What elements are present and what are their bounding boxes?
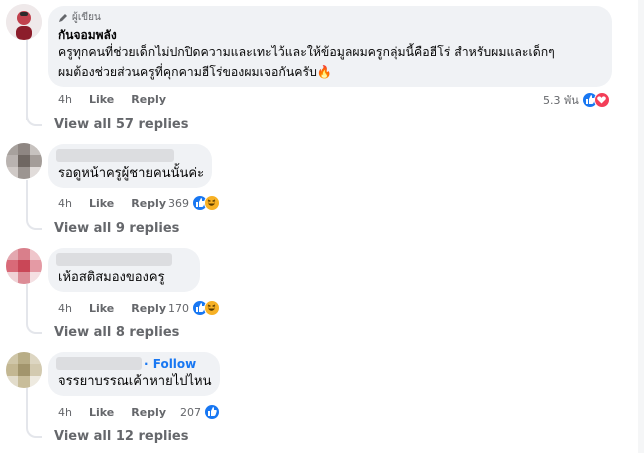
reply-button[interactable]: Reply [131,93,166,106]
comment-bubble: เห้อสติสมองของครู [48,248,200,292]
reaction-count: 207 [180,405,201,419]
reply-button[interactable]: Reply [131,302,166,315]
like-button[interactable]: Like [89,197,114,210]
scrollbar[interactable] [638,0,644,453]
comment-bubble: ผู้เขียน กันจอมพลัง ครูทุกคนที่ช่วยเด็กไ… [48,6,612,87]
avatar[interactable] [6,352,42,388]
comment-actions: 4h Like Reply [58,197,166,210]
like-button[interactable]: Like [89,406,114,419]
reaction-summary[interactable]: 5.3 พัน [543,91,610,109]
reaction-summary[interactable]: 170 [168,300,220,316]
view-replies-link[interactable]: View all 9 replies [54,221,179,236]
blurred-author-name [56,357,142,370]
comment-time[interactable]: 4h [58,197,72,210]
comment-actions: 4h Like Reply [58,302,166,315]
comment-text: เห้อสติสมองของครู [58,270,165,285]
view-replies-link[interactable]: View all 8 replies [54,325,179,340]
reply-button[interactable]: Reply [131,197,166,210]
comment-time[interactable]: 4h [58,406,72,419]
avatar[interactable] [6,248,42,284]
thread-line [26,180,28,220]
reaction-summary[interactable]: 207 [180,404,220,420]
blurred-author-name [56,149,174,162]
thread-elbow [26,320,42,334]
thread-elbow [26,112,42,126]
like-button[interactable]: Like [89,302,114,315]
thread-line [26,40,28,120]
like-reaction-icon [204,404,220,420]
heart-reaction-icon [593,92,610,108]
view-replies-link[interactable]: View all 12 replies [54,429,188,444]
comment-text-line: ผมต้องช่วยส่วนครูที่คุกคามฮีโร่ของผมเจอก… [58,65,333,79]
blurred-profile-icon [6,143,42,179]
avatar[interactable] [6,4,42,40]
author-badge: ผู้เขียน [72,12,101,23]
pen-icon [59,13,67,22]
reply-button[interactable]: Reply [131,406,166,419]
comment-time[interactable]: 4h [58,302,72,315]
blurred-author-name [56,253,172,266]
follow-button[interactable]: · Follow [144,357,196,371]
blurred-profile-icon [6,352,42,388]
haha-reaction-icon [204,300,220,316]
reaction-count: 5.3 พัน [543,94,579,107]
thread-elbow [26,424,42,438]
comment-bubble: รอดูหน้าครูผู้ชายคนนั้นค่ะ [48,144,212,188]
comment-bubble: · Follow จรรยาบรรณเค้าหายไปไหน [48,352,220,396]
thread-line [26,386,28,428]
comment-text: จรรยาบรรณเค้าหายไปไหน [58,374,212,389]
reaction-summary[interactable]: 369 [168,195,220,211]
comment-text-line: ครูทุกคนที่ช่วยเด็กไม่ปกปิดความและเทะไว้… [58,45,555,59]
comment-actions: 4h Like Reply [58,406,166,419]
thread-elbow [26,216,42,230]
thread-line [26,284,28,324]
haha-reaction-icon [204,195,220,211]
comment-time[interactable]: 4h [58,93,72,106]
profile-photo-icon [6,4,42,40]
like-button[interactable]: Like [89,93,114,106]
reaction-count: 369 [168,196,189,210]
view-replies-link[interactable]: View all 57 replies [54,117,188,132]
blurred-profile-icon [6,248,42,284]
comment-actions: 4h Like Reply [58,93,166,106]
avatar[interactable] [6,143,42,179]
reaction-count: 170 [168,301,189,315]
comment-text: รอดูหน้าครูผู้ชายคนนั้นค่ะ [58,166,205,181]
